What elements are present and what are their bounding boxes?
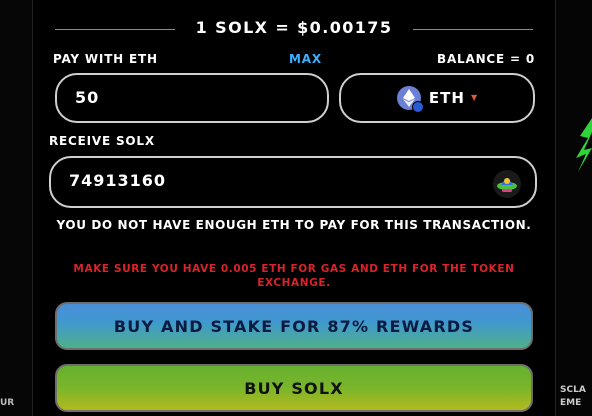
max-button[interactable]: MAX: [289, 52, 322, 66]
receive-amount-value: 74913160: [69, 171, 167, 190]
rate-text: 1 SOLX = $0.00175: [195, 18, 393, 37]
pay-amount-value: 50: [75, 88, 100, 107]
background-left: UR: [0, 0, 32, 416]
buy-widget: 1 SOLX = $0.00175 PAY WITH ETH MAX BALAN…: [32, 0, 556, 416]
divider-right: [413, 29, 533, 30]
background-right: SCLA EME: [554, 0, 592, 416]
gas-note: MAKE SURE YOU HAVE 0.005 ETH FOR GAS AND…: [73, 263, 515, 289]
green-deco-icon: [576, 118, 592, 172]
token-label: ETH: [428, 89, 465, 107]
insufficient-eth-warning: YOU DO NOT HAVE ENOUGH ETH TO PAY FOR TH…: [56, 218, 532, 232]
chevron-down-icon: ▼: [470, 92, 478, 102]
receive-amount-input[interactable]: 74913160: [49, 156, 537, 208]
buy-and-stake-button[interactable]: BUY AND STAKE FOR 87% REWARDS: [55, 302, 533, 350]
eth-icon: [396, 86, 424, 113]
receive-label: RECEIVE SOLX: [49, 134, 155, 148]
background-text-right: SCLA EME: [560, 385, 586, 408]
network-badge-icon: [411, 101, 424, 113]
solx-token-icon: [493, 170, 521, 198]
balance-text: BALANCE = 0: [437, 52, 535, 66]
pay-label: PAY WITH ETH: [53, 52, 158, 66]
token-select[interactable]: ETH ▼: [339, 73, 535, 123]
background-text-left: UR: [0, 398, 15, 408]
pay-amount-input[interactable]: 50: [55, 73, 329, 123]
buy-solx-button[interactable]: BUY SOLX: [55, 364, 533, 412]
rate-header: 1 SOLX = $0.00175: [33, 18, 555, 40]
